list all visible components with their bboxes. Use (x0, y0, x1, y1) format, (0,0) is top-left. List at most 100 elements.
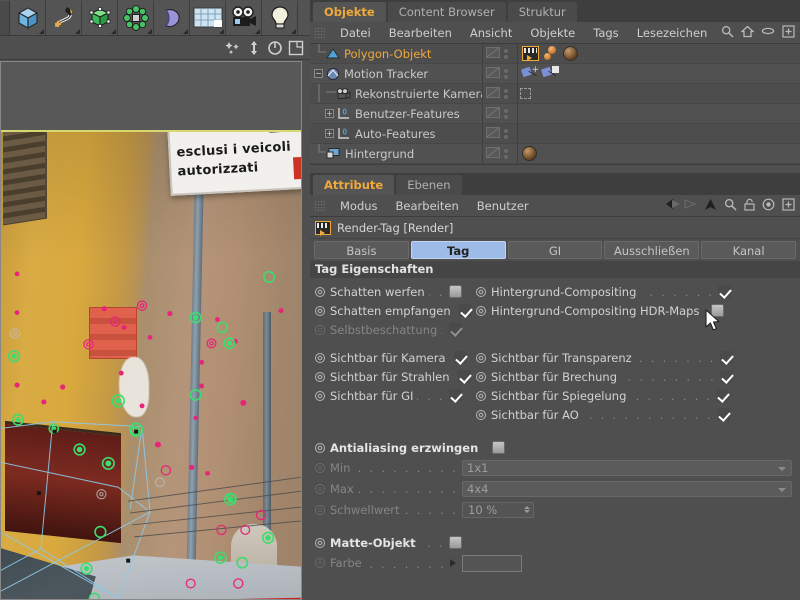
rotate-tool-icon[interactable] (267, 40, 283, 56)
environment-floor-tool[interactable] (190, 0, 226, 35)
expand-icon[interactable] (782, 197, 795, 214)
animation-dot-icon[interactable] (315, 390, 325, 401)
search-icon[interactable] (724, 198, 737, 214)
checkbox-matte-objekt[interactable] (449, 536, 462, 549)
prop-hintergrund-compositing-hdr[interactable]: Hintergrund-Compositing HDR-Maps (462, 304, 725, 318)
tab-objekte[interactable]: Objekte (313, 2, 386, 22)
layer-swatch[interactable] (486, 106, 500, 121)
prop-antialiasing-erzwingen[interactable]: Antialiasing erzwingen (310, 441, 506, 455)
checkbox-sichtbar-brechung[interactable] (720, 370, 733, 383)
animation-dot-icon[interactable] (315, 352, 325, 363)
pin-add-tag-icon[interactable]: + (520, 65, 539, 82)
animation-dot-icon[interactable] (315, 324, 325, 335)
animation-dot-icon[interactable] (315, 558, 325, 568)
animation-dot-icon[interactable] (315, 371, 325, 382)
object-tag-strip[interactable] (518, 44, 800, 64)
animation-dot-icon[interactable] (315, 462, 325, 473)
menu-datei[interactable]: Datei (331, 22, 380, 44)
up-arrow-icon[interactable] (704, 198, 717, 214)
menu-bearbeiten[interactable]: Bearbeiten (380, 22, 461, 44)
checkbox-hintergrund-compositing[interactable] (718, 285, 732, 298)
animation-dot-icon[interactable] (476, 305, 486, 316)
visibility-dots[interactable] (504, 88, 508, 99)
prop-tab-basis[interactable]: Basis (314, 241, 409, 259)
tab-content-browser[interactable]: Content Browser (387, 2, 506, 22)
nurbs-object-tool[interactable] (82, 0, 118, 35)
prop-matte-objekt[interactable]: Matte-Objekt . . . . . . . . (310, 536, 462, 550)
visibility-dots[interactable] (504, 148, 508, 159)
dropdown-min[interactable]: 1x1 (462, 459, 792, 476)
object-visibility-cell[interactable] (482, 83, 518, 104)
checkbox-sichtbar-kamera[interactable] (453, 351, 467, 364)
object-row-benutzer-features[interactable]: + 0 Benutzer-Features (310, 103, 800, 124)
prop-schatten-werfen[interactable]: Schatten werfen . . . . . . . . . . . . … (310, 285, 462, 299)
checkbox-schatten-werfen[interactable] (449, 285, 462, 298)
menubar-grip[interactable] (314, 199, 325, 212)
object-visibility-cell[interactable] (482, 103, 518, 124)
color-swatch-farbe[interactable] (462, 554, 522, 572)
move-tool-icon[interactable] (225, 40, 241, 56)
animation-dot-icon[interactable] (315, 537, 325, 548)
animation-dot-icon[interactable] (315, 286, 325, 297)
menu-ansicht[interactable]: Ansicht (461, 22, 521, 44)
object-tag-strip[interactable] (518, 124, 800, 144)
object-name-cell[interactable]: + 0 Benutzer-Features (310, 104, 482, 124)
object-name-cell[interactable]: Hintergrund (310, 143, 482, 164)
toolbar-drag-handle[interactable] (0, 0, 10, 35)
tool-flyout-corner[interactable] (219, 28, 224, 34)
visibility-dots[interactable] (504, 128, 508, 139)
animation-dot-icon[interactable] (315, 483, 325, 494)
render-tag-icon[interactable] (522, 46, 539, 61)
prop-schatten-empfangen[interactable]: Schatten empfangen (310, 304, 472, 318)
back-arrow-icon[interactable] (666, 198, 681, 213)
tool-flyout-corner[interactable] (147, 28, 152, 34)
layer-swatch[interactable] (486, 126, 500, 141)
animation-dot-icon[interactable] (476, 409, 486, 420)
layer-swatch[interactable] (486, 146, 500, 161)
home-icon[interactable] (740, 25, 755, 41)
prop-sichtbar-kamera[interactable]: Sichtbar für Kamera (310, 351, 467, 365)
prop-sichtbar-spiegelung[interactable]: Sichtbar für Spiegelung . . . . . . . . … (462, 389, 730, 403)
prop-tab-ausschliessen[interactable]: Ausschließen (604, 241, 700, 259)
checkbox-sichtbar-transparenz[interactable] (719, 351, 733, 364)
prop-sichtbar-brechung[interactable]: Sichtbar für Brechung . . . . . . . . . … (462, 370, 733, 384)
object-tag-strip[interactable] (518, 144, 800, 164)
visibility-dots[interactable] (504, 108, 508, 119)
material-tag-icon[interactable] (563, 46, 578, 61)
expand-icon[interactable] (782, 24, 795, 41)
light-tool[interactable] (262, 0, 298, 35)
object-row-polygon[interactable]: Polygon-Objekt (310, 43, 800, 64)
tool-flyout-corner[interactable] (255, 28, 260, 34)
tool-flyout-corner[interactable] (183, 28, 188, 34)
animation-dot-icon[interactable] (315, 305, 325, 316)
menu-benutzer[interactable]: Benutzer (468, 195, 538, 217)
pin-square-tag-icon[interactable] (540, 65, 559, 82)
prop-sichtbar-strahlen[interactable]: Sichtbar für Strahlen (310, 370, 471, 384)
object-name-cell[interactable]: − Motion Tracker (310, 64, 482, 84)
prop-tab-gi[interactable]: GI (507, 241, 603, 259)
checkbox-sichtbar-spiegelung[interactable] (716, 389, 730, 402)
input-schwellwert[interactable]: 10 % (462, 501, 534, 518)
object-visibility-cell[interactable] (482, 143, 518, 164)
layer-swatch[interactable] (486, 66, 500, 81)
material-tag-icon[interactable] (522, 146, 537, 161)
deformer-tool[interactable] (154, 0, 190, 35)
object-tag-strip[interactable] (518, 104, 800, 124)
collapse-minus-icon[interactable]: − (314, 69, 323, 78)
animation-dot-icon[interactable] (476, 286, 486, 297)
menu-lesezeichen[interactable]: Lesezeichen (628, 22, 717, 44)
menu-bearbeiten[interactable]: Bearbeiten (387, 195, 468, 217)
forward-arrow-icon[interactable] (684, 198, 697, 213)
prop-selbstbeschattung[interactable]: Selbstbeschattung . . (310, 323, 462, 337)
object-tag-strip[interactable]: + (518, 64, 800, 84)
menu-tags[interactable]: Tags (584, 22, 627, 44)
tool-flyout-corner[interactable] (111, 28, 116, 34)
stepper-icon[interactable] (524, 506, 530, 513)
animation-dot-icon[interactable] (476, 352, 486, 363)
animation-dot-icon[interactable] (315, 442, 325, 453)
object-row-reconstructed-camera[interactable]: Rekonstruierte Kamera (310, 83, 800, 104)
visibility-dots[interactable] (504, 48, 508, 59)
checkbox-hintergrund-compositing-hdr[interactable] (711, 304, 725, 317)
object-manager-tree[interactable]: Polygon-Objekt − Motion Tracker + Rekons… (310, 43, 800, 164)
expand-triangle-icon[interactable] (450, 559, 456, 567)
